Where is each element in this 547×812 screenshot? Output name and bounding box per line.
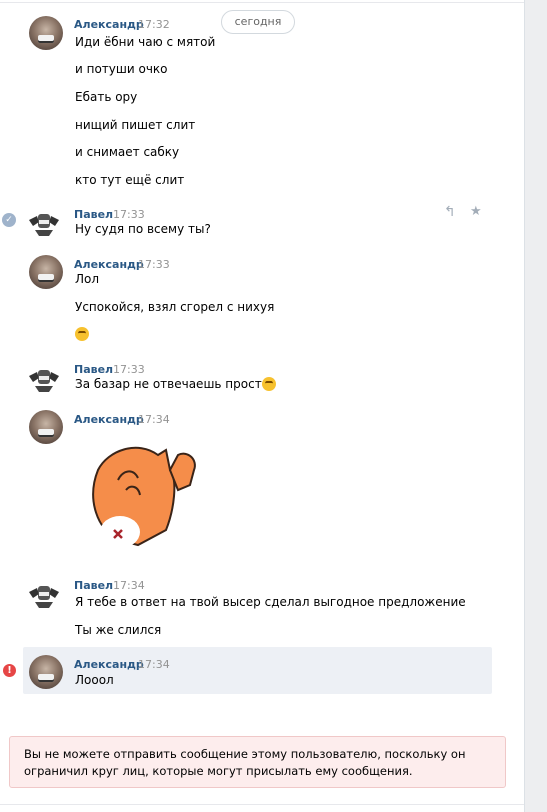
message-text: Иди ёбни чаю с мятой <box>75 35 216 49</box>
avatar[interactable] <box>29 16 63 50</box>
message-text: Ну судя по всему ты? <box>75 222 211 236</box>
message-time[interactable]: 17:32 <box>138 18 170 31</box>
message-text: Ты же слился <box>75 623 162 637</box>
avatar[interactable] <box>29 255 63 289</box>
date-separator: сегодня <box>221 10 295 34</box>
message-time[interactable]: 17:33 <box>113 208 145 221</box>
message-time[interactable]: 17:34 <box>138 658 170 671</box>
message-text: За базар не отвечаешь прост <box>75 377 262 391</box>
message-text: кто тут ещё слит <box>75 173 185 187</box>
star-icon[interactable]: ★ <box>470 205 484 219</box>
cat-sticker[interactable] <box>78 430 198 550</box>
smile-emoji-icon <box>75 327 89 341</box>
author-name[interactable]: Александр <box>74 258 144 271</box>
message-time[interactable]: 17:34 <box>138 413 170 426</box>
avatar[interactable] <box>29 655 63 689</box>
message-time[interactable]: 17:33 <box>113 363 145 376</box>
author-name[interactable]: Александр <box>74 658 144 671</box>
author-name[interactable]: Павел <box>74 208 113 221</box>
author-name[interactable]: Павел <box>74 579 113 592</box>
avatar[interactable] <box>29 410 63 444</box>
avatar[interactable] <box>27 208 61 238</box>
avatar[interactable] <box>27 580 61 610</box>
check-icon: ✓ <box>2 213 16 227</box>
divider <box>0 2 524 3</box>
message-text: и снимает сабку <box>75 145 180 159</box>
chat-history: сегодня Александр 17:32 Иди ёбни чаю с м… <box>0 0 525 812</box>
error-icon[interactable]: ! <box>3 664 16 677</box>
reply-icon[interactable]: ↰ <box>444 205 458 219</box>
divider <box>0 804 524 805</box>
message-text: Успокойся, взял сгорел с нихуя <box>75 300 275 314</box>
message-text: Лооол <box>75 673 114 687</box>
rofl-emoji-icon <box>261 377 276 391</box>
message-text: и потуши очко <box>75 62 168 76</box>
message-text: Лол <box>75 272 100 286</box>
author-name[interactable]: Александр <box>74 18 144 31</box>
message-text: Я тебе в ответ на твой высер сделал выго… <box>75 595 466 609</box>
message-text: нищий пишет слит <box>75 118 196 132</box>
smile-emoji <box>75 327 89 341</box>
message-time[interactable]: 17:33 <box>138 258 170 271</box>
blocked-notice: Вы не можете отправить сообщение этому п… <box>9 736 506 788</box>
author-name[interactable]: Александр <box>74 413 144 426</box>
message-row: За базар не отвечаешь прост <box>75 377 276 391</box>
author-name[interactable]: Павел <box>74 363 113 376</box>
message-time[interactable]: 17:34 <box>113 579 145 592</box>
message-text: Ебать ору <box>75 90 138 104</box>
avatar[interactable] <box>27 364 61 394</box>
